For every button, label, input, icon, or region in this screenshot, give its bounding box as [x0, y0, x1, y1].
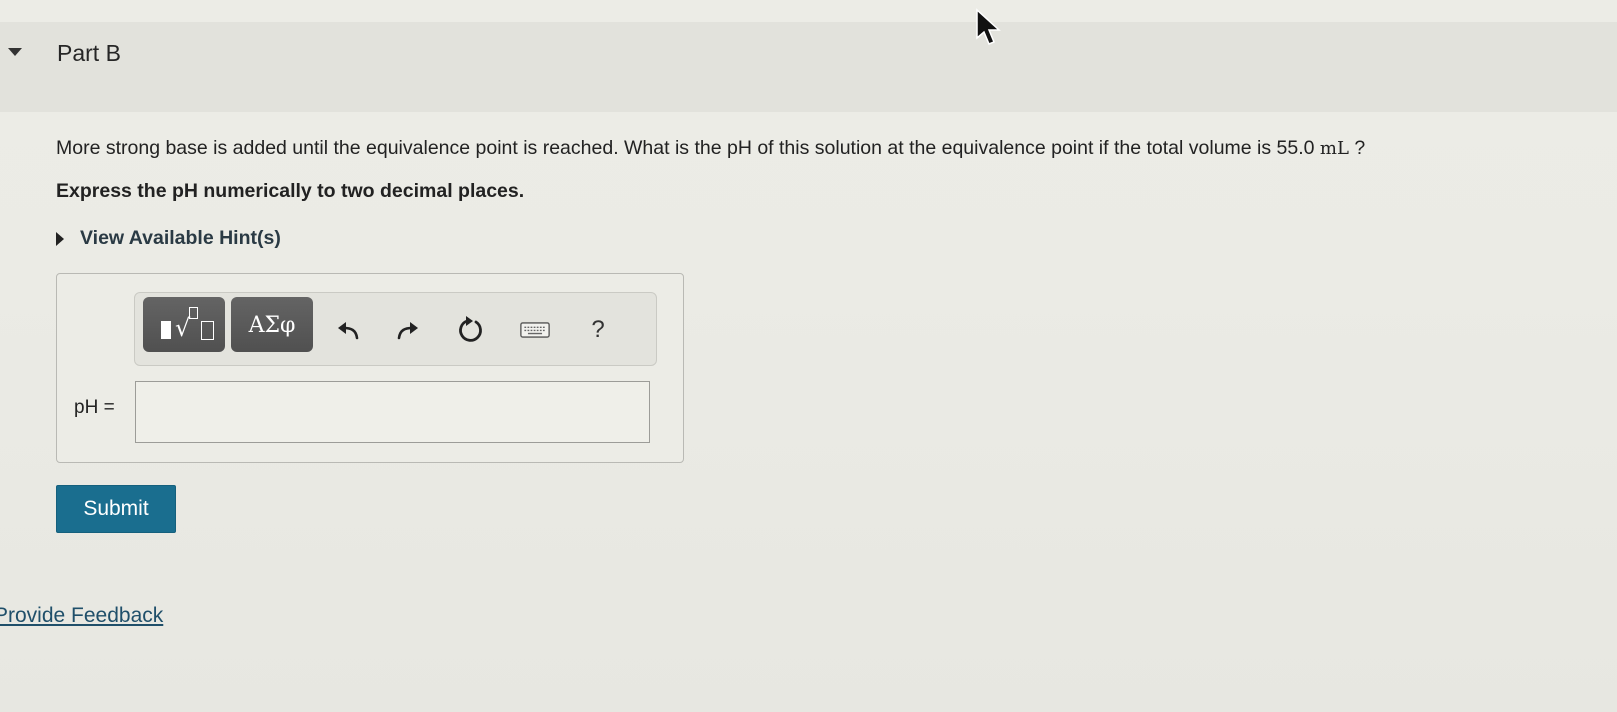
expand-triangle-icon: [56, 231, 64, 246]
keyboard-button[interactable]: [520, 315, 550, 345]
question-instruction: Express the pH numerically to two decima…: [56, 180, 525, 202]
submit-button[interactable]: Submit: [56, 485, 176, 533]
greek-symbols-icon: ΑΣφ: [248, 313, 296, 338]
part-header: [0, 22, 1617, 112]
undo-icon: [338, 322, 359, 340]
ph-label: pH =: [74, 397, 115, 418]
greek-symbols-button[interactable]: ΑΣφ: [231, 297, 313, 352]
help-button[interactable]: ?: [583, 315, 613, 345]
collapse-triangle-icon[interactable]: [8, 48, 22, 56]
mouse-pointer-icon: [976, 8, 1001, 45]
ph-answer-input[interactable]: [135, 381, 650, 443]
view-hints-toggle[interactable]: View Available Hint(s): [56, 227, 281, 250]
volume-unit: mL: [1319, 138, 1349, 159]
undo-button[interactable]: [333, 315, 363, 345]
reset-icon: [459, 316, 482, 342]
reset-button[interactable]: [456, 315, 486, 345]
math-toolbar: √ ΑΣφ ?: [134, 292, 657, 366]
part-title: Part B: [57, 40, 121, 66]
provide-feedback-link[interactable]: Provide Feedback: [0, 604, 163, 628]
redo-button[interactable]: [393, 315, 423, 345]
keyboard-icon: [520, 322, 550, 338]
view-hints-label: View Available Hint(s): [80, 227, 281, 249]
help-icon: ?: [591, 316, 605, 343]
question-text: More strong base is added until the equi…: [56, 137, 1366, 159]
templates-button[interactable]: √: [143, 297, 225, 352]
redo-icon: [397, 322, 418, 340]
